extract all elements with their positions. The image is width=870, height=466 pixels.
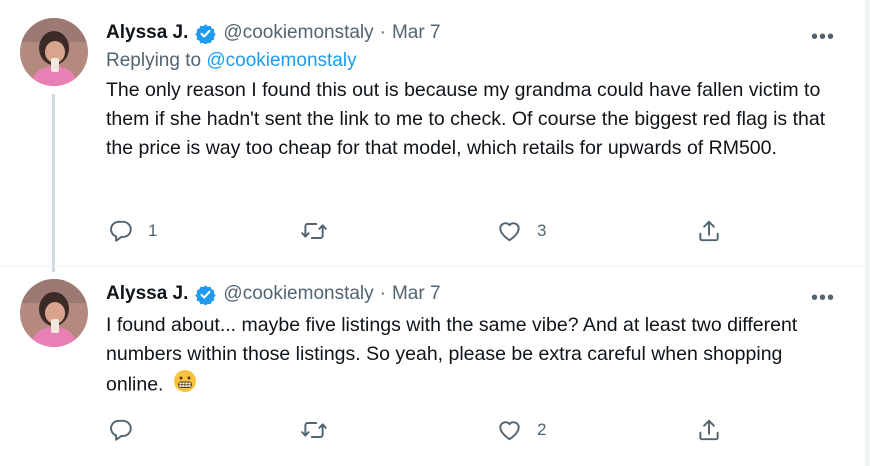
- retweet-button[interactable]: [300, 417, 342, 443]
- like-icon: [499, 222, 520, 242]
- share-icon: [699, 220, 719, 242]
- tweet-text: The only reason I found this out is beca…: [106, 79, 826, 159]
- like-button[interactable]: 2: [496, 417, 546, 443]
- display-name[interactable]: Alyssa J.: [106, 22, 188, 44]
- verified-badge-icon: [195, 284, 217, 306]
- tweet-text-body: I found about... maybe five listings wit…: [106, 314, 798, 396]
- retweet-icon: [301, 422, 327, 438]
- tweet-text: I found about... maybe five listings wit…: [106, 311, 835, 402]
- like-icon: [499, 421, 520, 441]
- share-button[interactable]: [696, 417, 722, 443]
- reply-count: 1: [148, 221, 158, 240]
- avatar[interactable]: [20, 18, 88, 86]
- tweet-date[interactable]: Mar 7: [392, 22, 441, 44]
- tweet-1[interactable]: Alyssa J. @cookiemonstaly · Mar 7 ••• Re…: [0, 0, 865, 266]
- separator-dot: ·: [379, 22, 386, 43]
- reply-icon: [110, 220, 132, 242]
- separator-dot: ·: [379, 283, 386, 304]
- username-handle[interactable]: @cookiemonstaly: [223, 283, 373, 305]
- display-name[interactable]: Alyssa J.: [106, 283, 188, 305]
- retweet-button[interactable]: [300, 218, 342, 244]
- replying-to-line: Replying to @cookiemonstaly: [106, 48, 835, 74]
- tweet-2[interactable]: Alyssa J. @cookiemonstaly · Mar 7 ••• I …: [0, 267, 865, 466]
- tweet-header: Alyssa J. @cookiemonstaly · Mar 7: [106, 20, 835, 46]
- reply-icon: [110, 419, 132, 441]
- replying-to-label: Replying to: [106, 50, 202, 71]
- avatar[interactable]: [20, 279, 88, 347]
- right-edge-border: [865, 0, 870, 466]
- grimacing-face-emoji-icon: [173, 369, 197, 402]
- tweet-actions: 1 3: [108, 218, 728, 248]
- tweet-header: Alyssa J. @cookiemonstaly · Mar 7: [106, 281, 835, 307]
- tweet-date[interactable]: Mar 7: [392, 283, 441, 305]
- more-icon[interactable]: •••: [811, 26, 835, 49]
- replying-to-mention[interactable]: @cookiemonstaly: [206, 50, 356, 71]
- more-icon[interactable]: •••: [811, 287, 835, 310]
- share-icon: [699, 419, 719, 441]
- like-button[interactable]: 3: [496, 218, 546, 244]
- reply-button[interactable]: [108, 417, 148, 443]
- retweet-icon: [301, 223, 327, 239]
- reply-button[interactable]: 1: [108, 218, 157, 244]
- tweet-actions: 2: [108, 417, 728, 447]
- like-count: 2: [537, 420, 547, 439]
- share-button[interactable]: [696, 218, 722, 244]
- like-count: 3: [537, 221, 547, 240]
- verified-badge-icon: [195, 23, 217, 45]
- username-handle[interactable]: @cookiemonstaly: [223, 22, 373, 44]
